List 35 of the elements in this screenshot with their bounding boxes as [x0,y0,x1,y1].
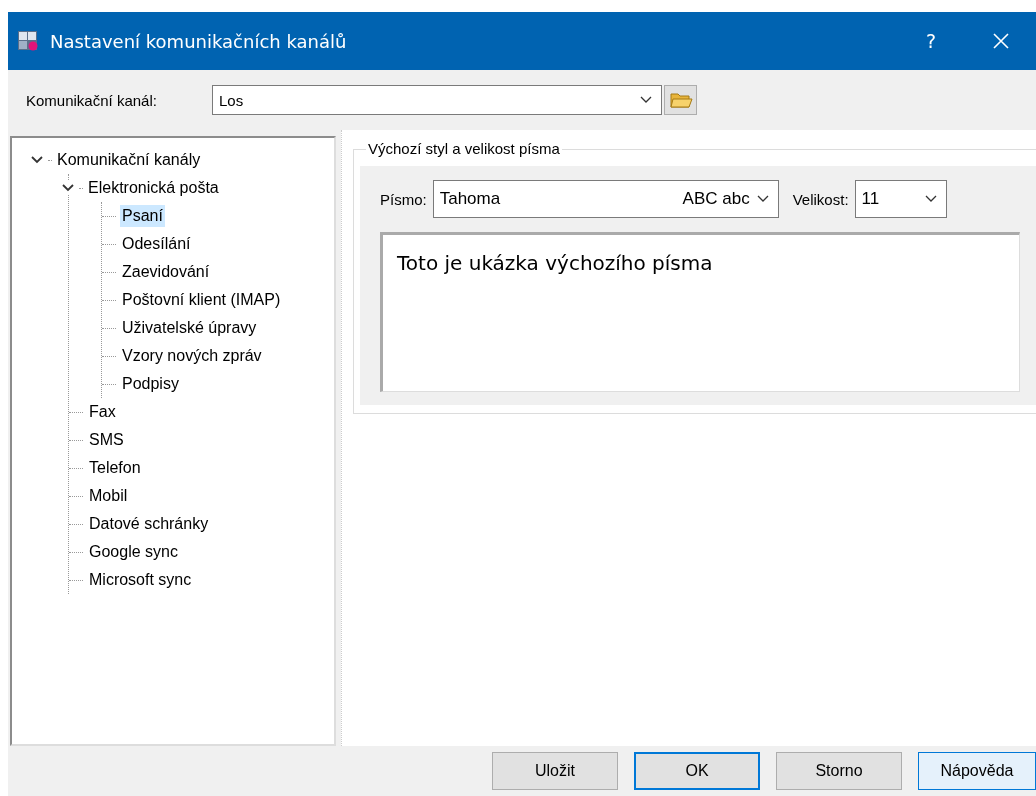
dialog-button[interactable]: Nápověda [918,752,1036,790]
close-icon[interactable] [992,32,1010,50]
tree-item[interactable]: Microsoft sync [87,569,194,591]
tree-item[interactable]: Poštovní klient (IMAP) [120,289,283,311]
chevron-down-icon[interactable] [639,95,653,105]
font-dropdown[interactable]: Tahoma ABC abc [432,180,779,218]
preview-text: Toto je ukázka výchozího písma [397,251,713,275]
tree-item[interactable]: Podpisy [120,373,181,395]
chevron-down-icon[interactable] [755,194,770,204]
group-title: Výchozí styl a velikost písma [366,140,562,157]
tree-item[interactable]: Mobil [87,485,130,507]
tree-item[interactable]: Telefon [87,457,143,479]
channel-label: Komunikační kanál: [26,91,158,109]
tree-item[interactable]: Psaní [120,205,165,227]
tree-item[interactable]: Komunikační kanály [55,149,203,171]
tree-item[interactable]: Zaevidování [120,261,212,283]
tree-item[interactable]: Vzory nových zpráv [120,345,264,367]
tree-item[interactable]: Fax [87,401,118,423]
tree-item[interactable]: Google sync [87,541,180,563]
help-button[interactable]: ? [896,12,966,70]
dialog-button[interactable]: Storno [776,752,902,790]
font-label: Písmo: [380,190,427,208]
window-title: Nastavení komunikačních kanálů [50,30,348,52]
channel-dropdown[interactable]: Los [212,85,662,115]
size-label: Velikost: [792,190,849,208]
tree-item[interactable]: Datové schránky [87,513,211,535]
dialog-button[interactable]: Uložit [492,752,618,790]
app-icon [18,31,38,51]
tree-item[interactable]: Elektronická pošta [86,177,221,199]
tree-item[interactable]: Uživatelské úpravy [120,317,259,339]
size-dropdown[interactable]: 11 [854,180,947,218]
dialog-button[interactable]: OK [634,752,760,790]
tree-item[interactable]: SMS [87,429,126,451]
tree-item[interactable]: Odesílání [120,233,193,255]
chevron-down-icon[interactable] [923,194,938,204]
